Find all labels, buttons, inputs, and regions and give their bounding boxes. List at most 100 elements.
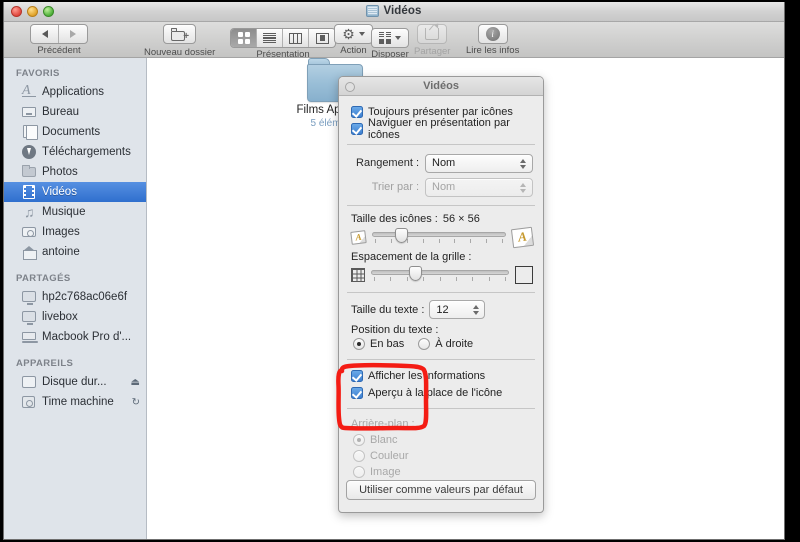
path-bar: Machintosh HD ▶ Utilisateurs ▶ antoine ▶… bbox=[4, 539, 784, 540]
window-title-text: Vidéos bbox=[383, 5, 422, 17]
sort-by-select[interactable]: Nom bbox=[425, 177, 533, 197]
small-grid-icon bbox=[351, 268, 365, 282]
toolbar-action: ⚙ Action bbox=[334, 24, 373, 56]
toolbar-info: i Lire les infos bbox=[466, 24, 519, 56]
divider bbox=[347, 292, 535, 293]
arrange-button[interactable] bbox=[371, 27, 409, 48]
forward-button[interactable] bbox=[59, 25, 87, 43]
icon-size-slider[interactable] bbox=[372, 227, 506, 247]
radio-selected-icon[interactable] bbox=[353, 338, 365, 350]
show-item-info-label: Afficher les informations bbox=[368, 369, 486, 382]
action-button-label: Action bbox=[340, 45, 367, 56]
show-icon-preview-label: Aperçu à la place de l'icône bbox=[368, 386, 503, 399]
sidebar-item-videos[interactable]: Vidéos bbox=[4, 182, 146, 202]
window-title: Vidéos bbox=[4, 5, 784, 17]
sidebar-section-header-favoris: FAVORIS bbox=[16, 68, 60, 79]
text-position-bottom-row[interactable]: En bas bbox=[353, 336, 404, 352]
slider-ticks bbox=[371, 277, 509, 282]
display-icon bbox=[22, 290, 36, 305]
toolbar-back-forward: Précédent bbox=[30, 24, 88, 56]
text-position-right-row[interactable]: À droite bbox=[418, 336, 473, 352]
sidebar-item-label: livebox bbox=[42, 311, 78, 323]
background-image-row[interactable]: Image bbox=[339, 464, 543, 480]
sidebar-item-disque-dur[interactable]: Disque dur... ⏏ bbox=[4, 372, 146, 392]
sidebar-item-applications[interactable]: Applications bbox=[4, 82, 146, 102]
grid-spacing-slider[interactable] bbox=[371, 265, 509, 285]
sync-icon[interactable]: ↻ bbox=[132, 397, 140, 408]
new-folder-icon: + bbox=[171, 27, 189, 41]
radio-unselected-icon[interactable] bbox=[353, 466, 365, 478]
default-button-wrap: Utiliser comme valeurs par défaut bbox=[339, 480, 543, 500]
background-white-row[interactable]: Blanc bbox=[339, 432, 543, 448]
checkbox-checked-icon[interactable] bbox=[351, 386, 363, 399]
toolbar-arrange: Disposer bbox=[371, 24, 409, 60]
sidebar-section-header-appareils: APPAREILS bbox=[16, 358, 74, 369]
background-white-label: Blanc bbox=[370, 434, 398, 446]
divider bbox=[347, 205, 535, 206]
sidebar-item-livebox[interactable]: livebox bbox=[4, 307, 146, 327]
sidebar-item-label: Bureau bbox=[42, 106, 80, 118]
new-folder-button[interactable]: + bbox=[163, 24, 197, 44]
text-size-select[interactable]: 12 bbox=[429, 300, 486, 319]
sidebar-item-macbook-pro[interactable]: Macbook Pro d'... bbox=[4, 327, 146, 347]
show-item-info-row[interactable]: Afficher les informations bbox=[339, 367, 543, 384]
sidebar-item-documents[interactable]: Documents bbox=[4, 122, 146, 142]
checkbox-checked-icon[interactable] bbox=[351, 105, 363, 118]
back-button-label: Précédent bbox=[37, 45, 81, 56]
checkbox-checked-icon[interactable] bbox=[351, 369, 363, 382]
share-button[interactable] bbox=[417, 24, 448, 44]
icon-size-row: Taille des icônes : 56 × 56 bbox=[339, 213, 543, 225]
radio-unselected-icon[interactable] bbox=[353, 450, 365, 462]
close-circle-icon[interactable] bbox=[345, 81, 355, 92]
window-titlebar[interactable]: Vidéos bbox=[4, 2, 784, 22]
nav-segmented-control[interactable] bbox=[30, 24, 88, 44]
grid-spacing-row: Espacement de la grille : bbox=[339, 251, 543, 263]
sidebar-item-label: Time machine bbox=[42, 396, 114, 408]
sidebar-item-time-machine[interactable]: Time machine ↻ bbox=[4, 392, 146, 412]
sidebar-item-photos[interactable]: Photos bbox=[4, 162, 146, 182]
gear-icon: ⚙ bbox=[342, 25, 355, 42]
divider bbox=[347, 359, 535, 360]
sort-by-label: Trier par : bbox=[371, 181, 419, 193]
browse-in-icon-view-row[interactable]: Naviguer en présentation par icônes bbox=[339, 117, 543, 141]
sidebar-item-antoine[interactable]: antoine bbox=[4, 242, 146, 262]
sidebar-item-label: Photos bbox=[42, 166, 78, 178]
sidebar-section-header-partages: PARTAGÉS bbox=[16, 273, 71, 284]
arrange-by-select[interactable]: Nom bbox=[425, 153, 533, 173]
sort-by-row: Trier par : Nom bbox=[339, 176, 543, 198]
list-view-button[interactable] bbox=[257, 29, 283, 47]
use-as-defaults-button[interactable]: Utiliser comme valeurs par défaut bbox=[346, 480, 536, 500]
small-document-icon bbox=[350, 229, 367, 245]
text-size-row: Taille du texte : 12 bbox=[339, 300, 543, 319]
sidebar-item-label: Applications bbox=[42, 86, 105, 98]
sidebar-item-bureau[interactable]: Bureau bbox=[4, 102, 146, 122]
sidebar-item-musique[interactable]: ♫ Musique bbox=[4, 202, 146, 222]
back-button[interactable] bbox=[31, 25, 59, 43]
sidebar-item-label: Musique bbox=[42, 206, 86, 218]
eject-icon[interactable]: ⏏ bbox=[131, 377, 140, 388]
arrange-by-row: Rangement : Nom bbox=[339, 152, 543, 174]
checkbox-checked-icon[interactable] bbox=[351, 122, 363, 135]
grid-spacing-slider-row bbox=[339, 263, 543, 285]
background-color-row[interactable]: Couleur bbox=[339, 448, 543, 464]
info-circle-icon: i bbox=[485, 27, 500, 41]
radio-unselected-icon[interactable] bbox=[418, 338, 431, 350]
column-view-button[interactable] bbox=[283, 29, 309, 47]
radio-selected-icon[interactable] bbox=[353, 434, 365, 446]
action-button[interactable]: ⚙ bbox=[334, 24, 373, 44]
sidebar-item-label: Disque dur... bbox=[42, 376, 107, 388]
sidebar-item-telechargements[interactable]: Téléchargements bbox=[4, 142, 146, 162]
get-info-button[interactable]: i bbox=[477, 24, 508, 44]
text-position-label: Position du texte : bbox=[351, 324, 439, 336]
laptop-icon bbox=[22, 330, 38, 344]
view-options-titlebar[interactable]: Vidéos bbox=[339, 77, 543, 96]
slider-ticks bbox=[372, 239, 506, 244]
view-mode-segmented-control[interactable] bbox=[230, 28, 336, 48]
show-icon-preview-row[interactable]: Aperçu à la place de l'icône bbox=[339, 384, 543, 401]
sidebar-item-images[interactable]: Images bbox=[4, 222, 146, 242]
view-options-title: Vidéos bbox=[423, 80, 459, 92]
sidebar-item-label: Vidéos bbox=[42, 186, 77, 198]
sidebar-item-hp2c768ac06e6f[interactable]: hp2c768ac06e6f bbox=[4, 287, 146, 307]
icon-view-button[interactable] bbox=[231, 29, 257, 47]
coverflow-view-button[interactable] bbox=[309, 29, 335, 47]
